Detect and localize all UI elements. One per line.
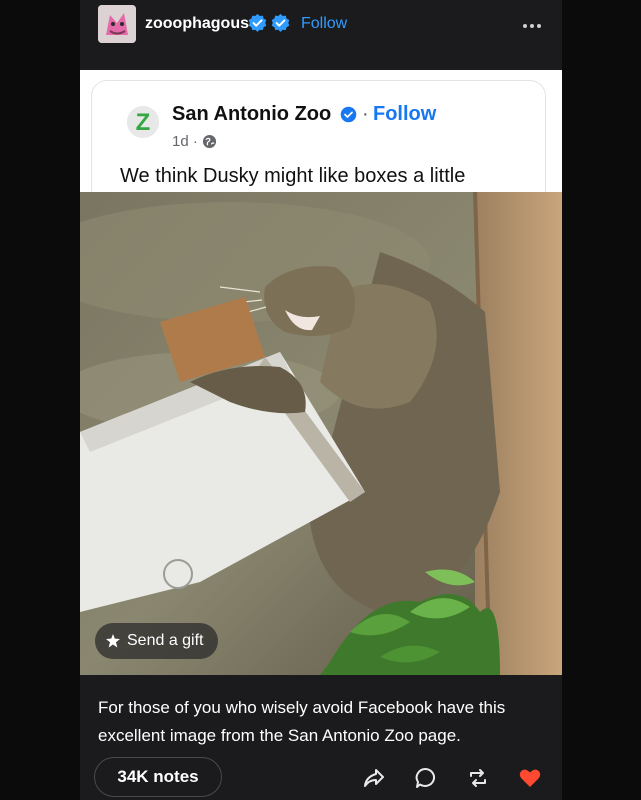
follow-button[interactable]: Follow: [301, 15, 347, 33]
separator-dot: ·: [362, 103, 369, 125]
verified-icon: [248, 13, 267, 32]
send-gift-label: Send a gift: [127, 632, 204, 649]
zoo-logo: Z: [127, 106, 159, 138]
facebook-caption: We think Dusky might like boxes a little: [120, 165, 466, 187]
verified-icon: [271, 13, 290, 32]
verified-icon: [340, 106, 357, 123]
notes-button[interactable]: 34K notes: [94, 757, 222, 797]
reblog-icon[interactable]: [466, 766, 490, 790]
post-meta: 1d ·: [172, 133, 217, 150]
blog-name[interactable]: zooophagous: [145, 15, 249, 33]
post-time: 1d ·: [172, 133, 198, 150]
reply-icon[interactable]: [414, 766, 438, 790]
post-header: zooophagous Follow: [80, 0, 562, 50]
cat-in-box-photo: [80, 192, 562, 675]
more-options-icon[interactable]: [521, 15, 543, 37]
svg-text:Z: Z: [136, 109, 151, 136]
heart-icon[interactable]: [518, 766, 542, 790]
facebook-follow-button[interactable]: Follow: [373, 103, 436, 126]
verified-badges: [247, 13, 291, 34]
facebook-post-card: Z San Antonio Zoo · Follow 1d · We think…: [91, 80, 546, 210]
send-gift-button[interactable]: Send a gift: [95, 623, 218, 659]
gift-icon: [106, 634, 120, 648]
embedded-screenshot: Z San Antonio Zoo · Follow 1d · We think…: [80, 70, 562, 675]
share-icon[interactable]: [362, 766, 386, 790]
post-body-text: For those of you who wisely avoid Facebo…: [98, 698, 506, 745]
facebook-page-name[interactable]: San Antonio Zoo: [172, 103, 331, 126]
blog-avatar[interactable]: [98, 5, 136, 43]
globe-icon: [202, 134, 216, 149]
